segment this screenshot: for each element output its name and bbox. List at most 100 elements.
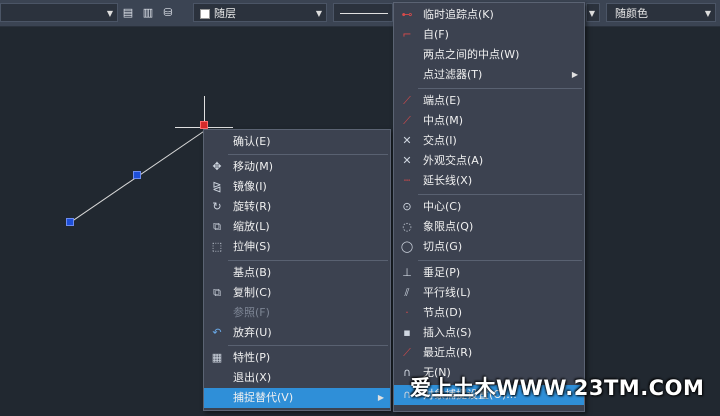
submenu-arrow-icon: ▶ [571, 70, 578, 79]
quadrant-icon: ◌ [402, 220, 412, 233]
snap-item-endpoint[interactable]: ⟋ 端点(E) [394, 91, 584, 111]
menu-item-label: 点过滤器(T) [423, 68, 483, 81]
snap-item-quadrant[interactable]: ◌ 象限点(Q) [394, 217, 584, 237]
snap-item-parallel[interactable]: ⫽ 平行线(L) [394, 283, 584, 303]
watermark-text: 爱上土木WWW.23TM.COM [410, 376, 705, 400]
apparent-intersection-icon: ✕ [402, 154, 412, 167]
snap-override-submenu: ⊷ 临时追踪点(K) ⌐ 自(F) 两点之间的中点(W) 点过滤器(T) ▶ ⟋ 端点(… [393, 2, 585, 412]
layer-previous-icon[interactable]: ⛁ [161, 6, 175, 19]
chevron-down-icon: ▼ [588, 9, 595, 18]
menu-item-label: 捕捉替代(V) [233, 391, 294, 404]
linetype-preview [340, 13, 388, 14]
snap-item-point-filters[interactable]: 点过滤器(T) ▶ [394, 65, 584, 85]
menu-item-label: 拉伸(S) [233, 240, 271, 253]
menu-item-label: 放弃(U) [233, 326, 272, 339]
snap-item-from[interactable]: ⌐ 自(F) [394, 25, 584, 45]
snap-item-tangent[interactable]: ◯ 切点(G) [394, 237, 584, 257]
perpendicular-icon: ⊥ [402, 266, 412, 279]
menu-item-label: 缩放(L) [233, 220, 270, 233]
menu-item-label: 复制(C) [233, 286, 272, 299]
menu-item-label: 切点(G) [423, 240, 463, 253]
intersection-icon: ✕ [402, 134, 412, 147]
scale-icon: ⧉ [213, 220, 221, 233]
mirror-icon: ⧎ [212, 180, 222, 193]
menu-item-scale[interactable]: ⧉ 缩放(L) [204, 217, 390, 237]
toolbar-left-dropdown[interactable]: ▼ [0, 3, 118, 22]
menu-item-label: 临时追踪点(K) [423, 8, 494, 21]
menu-separator [418, 88, 582, 89]
insert-icon: ▪ [403, 326, 411, 339]
snap-item-center[interactable]: ⊙ 中心(C) [394, 197, 584, 217]
menu-item-label: 两点之间的中点(W) [423, 48, 520, 61]
menu-item-rotate[interactable]: ↻ 旋转(R) [204, 197, 390, 217]
color-dropdown[interactable]: 随颜色 ▼ [606, 3, 716, 22]
menu-item-properties[interactable]: ▦ 特性(P) [204, 348, 390, 368]
menu-item-reference: 参照(F) [204, 303, 390, 323]
menu-item-stretch[interactable]: ⬚ 拉伸(S) [204, 237, 390, 257]
snap-item-extension[interactable]: ┄ 延长线(X) [394, 171, 584, 191]
lineweight-dropdown[interactable]: ▼ [586, 3, 600, 22]
menu-item-move[interactable]: ✥ 移动(M) [204, 157, 390, 177]
snap-item-perpendicular[interactable]: ⊥ 垂足(P) [394, 263, 584, 283]
layer-state-icon[interactable]: ▤ [121, 6, 135, 19]
endpoint-icon: ⟋ [403, 94, 411, 107]
color-value: 随颜色 [615, 7, 648, 20]
snap-item-apparent-intersection[interactable]: ✕ 外观交点(A) [394, 151, 584, 171]
midpoint-icon: ⟋ [403, 114, 411, 127]
menu-item-label: 端点(E) [423, 94, 461, 107]
menu-item-exit[interactable]: 退出(X) [204, 368, 390, 388]
menu-item-undo[interactable]: ↶ 放弃(U) [204, 323, 390, 343]
menu-item-label: 镜像(I) [233, 180, 267, 193]
menu-item-label: 象限点(Q) [423, 220, 474, 233]
snap-item-mid-between[interactable]: 两点之间的中点(W) [394, 45, 584, 65]
menu-item-label: 外观交点(A) [423, 154, 484, 167]
snap-item-insert[interactable]: ▪ 插入点(S) [394, 323, 584, 343]
menu-item-label: 节点(D) [423, 306, 463, 319]
snap-item-midpoint[interactable]: ⟋ 中点(M) [394, 111, 584, 131]
menu-item-label: 确认(E) [233, 135, 271, 148]
from-icon: ⌐ [402, 28, 412, 41]
chevron-down-icon: ▼ [315, 9, 322, 18]
menu-item-label: 垂足(P) [423, 266, 461, 279]
center-icon: ⊙ [402, 200, 412, 213]
layer-value: 随层 [214, 7, 236, 20]
temp-track-icon: ⊷ [401, 8, 413, 21]
properties-icon: ▦ [211, 351, 223, 364]
menu-item-label: 特性(P) [233, 351, 271, 364]
nearest-icon: ⟋ [403, 346, 411, 359]
undo-icon: ↶ [212, 326, 222, 339]
linetype-dropdown[interactable] [333, 3, 393, 22]
menu-item-label: 基点(B) [233, 266, 272, 279]
color-swatch [200, 9, 210, 19]
snap-item-intersection[interactable]: ✕ 交点(I) [394, 131, 584, 151]
menu-item-copy[interactable]: ⧉ 复制(C) [204, 283, 390, 303]
menu-item-mirror[interactable]: ⧎ 镜像(I) [204, 177, 390, 197]
menu-separator [228, 260, 388, 261]
chevron-down-icon: ▼ [704, 9, 711, 18]
menu-separator [418, 260, 582, 261]
menu-item-label: 移动(M) [233, 160, 274, 173]
move-icon: ✥ [212, 160, 222, 173]
submenu-arrow-icon: ▶ [377, 393, 384, 402]
menu-item-label: 中点(M) [423, 114, 464, 127]
grip-midpoint[interactable] [133, 171, 141, 179]
menu-separator [418, 194, 582, 195]
menu-item-label: 退出(X) [233, 371, 272, 384]
properties-toolbar: ▼ ▤ ▥ ⛁ 随层 ▼ ▼ 随颜色 ▼ [0, 0, 720, 27]
parallel-icon: ⫽ [404, 286, 410, 299]
snap-item-temp-track[interactable]: ⊷ 临时追踪点(K) [394, 5, 584, 25]
menu-item-confirm[interactable]: 确认(E) [204, 132, 390, 152]
snap-item-node[interactable]: · 节点(D) [394, 303, 584, 323]
menu-item-label: 交点(I) [423, 134, 457, 147]
menu-item-label: 旋转(R) [233, 200, 272, 213]
menu-item-label: 参照(F) [233, 306, 270, 319]
chevron-down-icon: ▼ [106, 9, 113, 18]
menu-item-snap-override[interactable]: 捕捉替代(V) ▶ [204, 388, 390, 408]
menu-item-base-point[interactable]: 基点(B) [204, 263, 390, 283]
grip-endpoint-start[interactable] [66, 218, 74, 226]
grip-context-menu: 确认(E) ✥ 移动(M) ⧎ 镜像(I) ↻ 旋转(R) ⧉ 缩放(L) ⬚ 拉伸(S)… [203, 129, 391, 411]
layer-dropdown[interactable]: 随层 ▼ [193, 3, 327, 22]
grip-endpoint-hot[interactable] [200, 121, 208, 129]
snap-item-nearest[interactable]: ⟋ 最近点(R) [394, 343, 584, 363]
layer-match-icon[interactable]: ▥ [141, 6, 155, 19]
